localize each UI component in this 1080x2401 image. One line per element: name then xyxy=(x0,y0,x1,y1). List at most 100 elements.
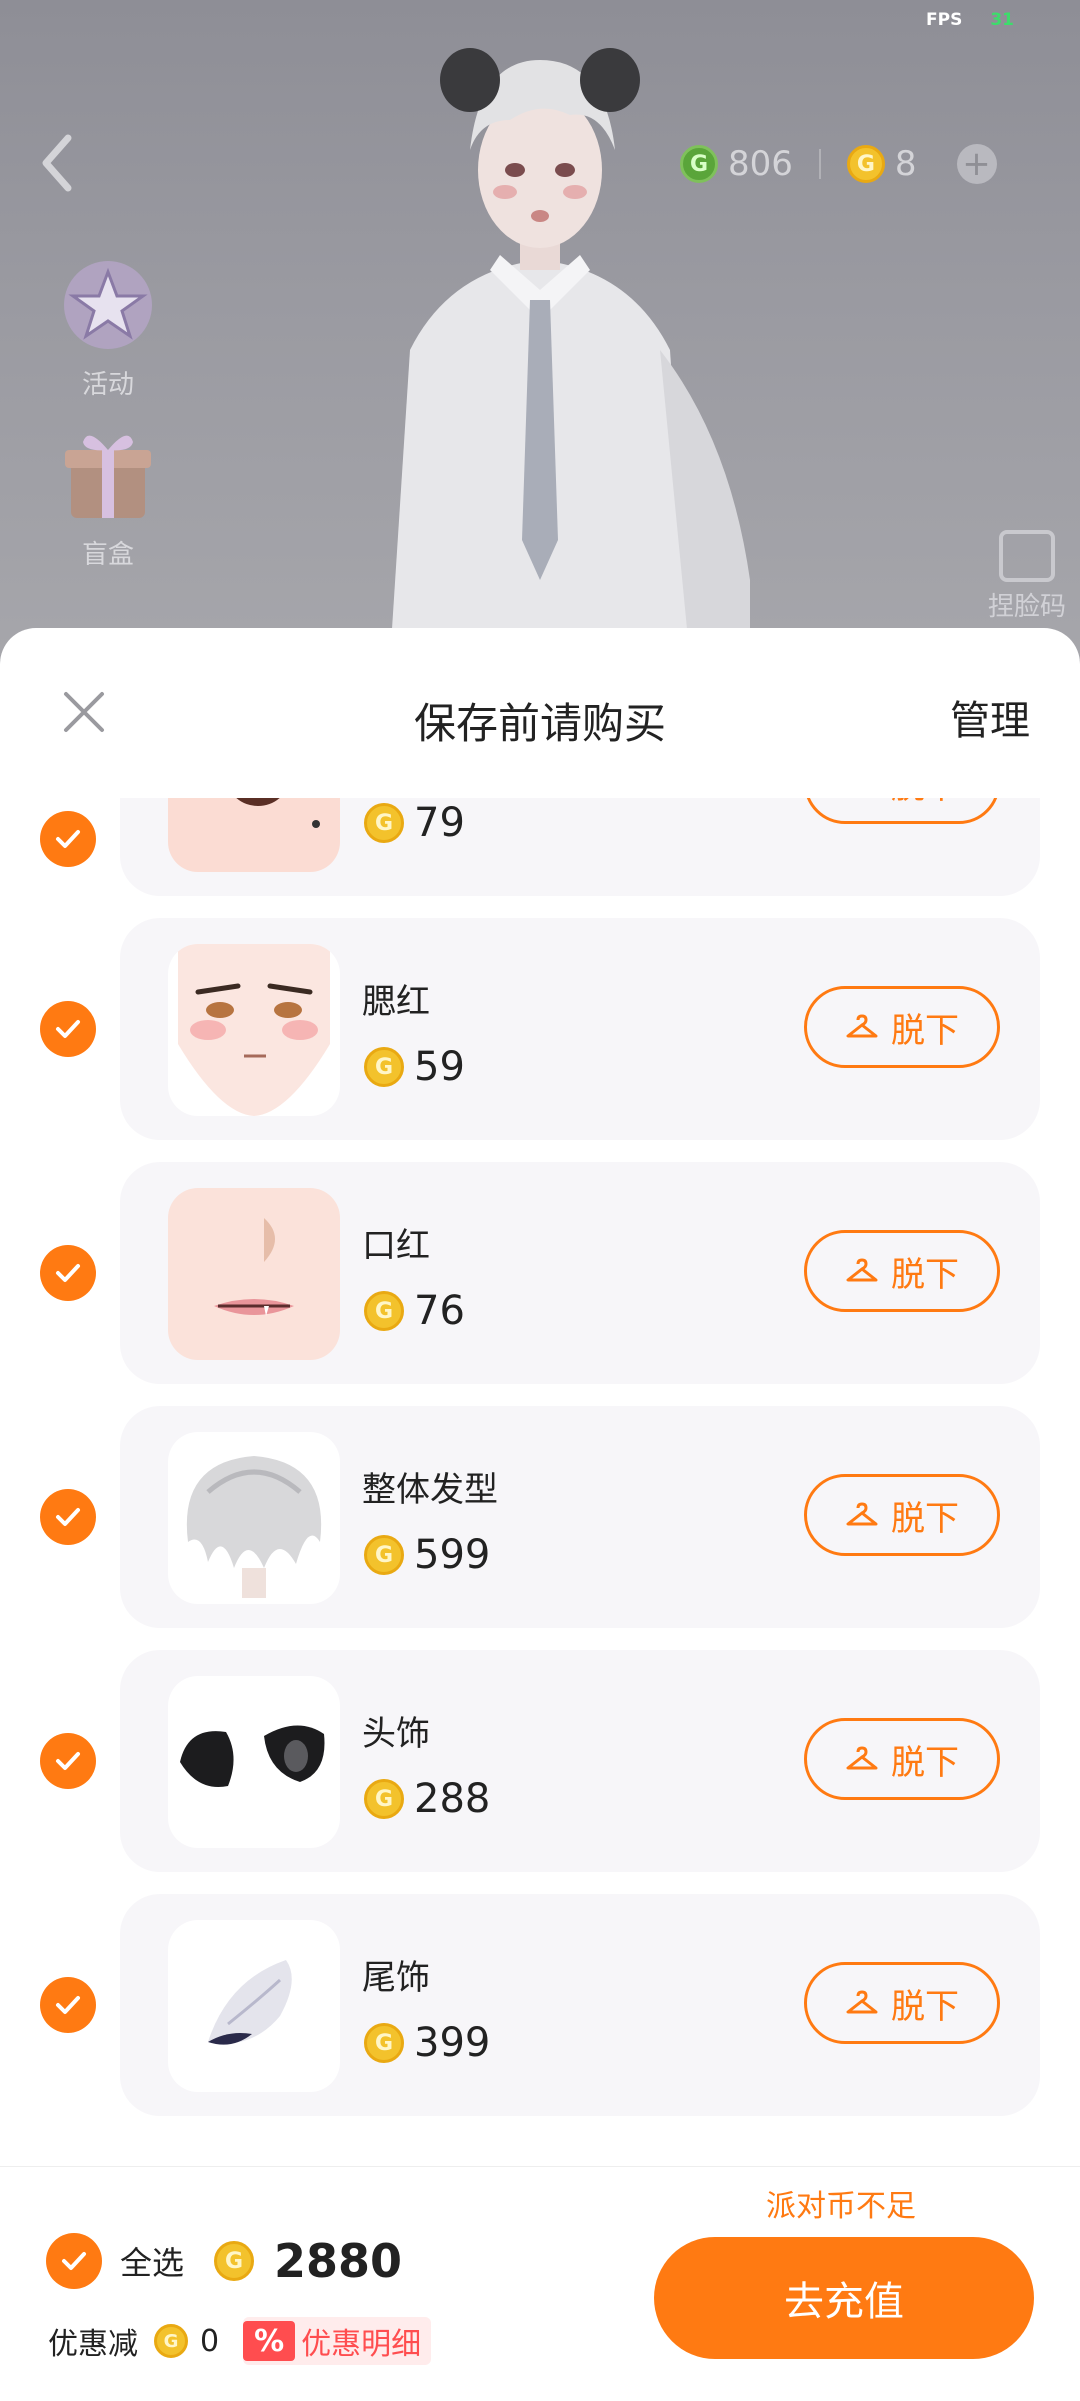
item-thumbnail xyxy=(168,1676,340,1848)
checkout-footer: 派对币不足 全选 G 2880 优惠减 G 0 % 优惠明细 去充值 xyxy=(0,2166,1080,2401)
item-checkbox-icon[interactable] xyxy=(40,1733,96,1789)
item-card: 尾饰 G 399 脱下 xyxy=(120,1894,1040,2116)
gold-coin-icon: G xyxy=(154,2324,188,2358)
gold-coin-icon: G xyxy=(364,1535,404,1575)
item-name: 整体发型 xyxy=(362,1470,498,1510)
face-code-label: 捏脸码 xyxy=(987,592,1066,622)
purchase-sheet: 保存前请购买 管理 眼影 G 79 xyxy=(0,628,1080,2400)
gold-coin-icon: G xyxy=(364,1291,404,1331)
total-price: 2880 xyxy=(274,2234,403,2288)
item-checkbox-icon[interactable] xyxy=(40,811,96,867)
item-card: 头饰 G 288 脱下 xyxy=(120,1650,1040,1872)
list-item: 头饰 G 288 脱下 xyxy=(0,1650,1080,1872)
item-name: 腮红 xyxy=(362,982,430,1022)
currency-divider xyxy=(818,149,821,179)
manage-button[interactable]: 管理 xyxy=(950,688,1030,746)
edit-square-icon xyxy=(998,530,1055,582)
item-thumbnail xyxy=(168,798,340,872)
item-thumbnail xyxy=(168,1920,340,2092)
item-list[interactable]: 眼影 G 79 脱下 xyxy=(0,798,1080,2168)
gold-coin-icon: G xyxy=(364,1047,404,1087)
item-name: 头饰 xyxy=(362,1714,430,1754)
gold-coin-icon: G xyxy=(364,2023,404,2063)
item-price: G 59 xyxy=(364,1044,465,1090)
list-item: 眼影 G 79 脱下 xyxy=(0,798,1080,896)
item-card: 眼影 G 79 脱下 xyxy=(120,798,1040,896)
item-price: G 599 xyxy=(364,1532,490,1578)
item-checkbox-icon[interactable] xyxy=(40,1489,96,1545)
list-item: 腮红 G 59 脱下 xyxy=(0,918,1080,1140)
remove-button-label: 脱下 xyxy=(891,1498,959,1539)
sidebar-item-label: 活动 xyxy=(81,370,134,400)
item-price-value: 399 xyxy=(414,2020,491,2066)
remove-button[interactable]: 脱下 xyxy=(804,1718,1000,1800)
item-price-value: 288 xyxy=(414,1776,491,1822)
hanger-icon xyxy=(846,1502,878,1526)
item-name: 口红 xyxy=(362,1226,430,1266)
item-checkbox-icon[interactable] xyxy=(40,1245,96,1301)
list-item: 口红 G 76 脱下 xyxy=(0,1162,1080,1384)
hanger-icon xyxy=(846,1990,878,2014)
item-thumbnail xyxy=(168,944,340,1116)
discount-amount: 0 xyxy=(200,2323,220,2359)
item-price-value: 59 xyxy=(414,1044,465,1090)
discount-detail-label: 优惠明细 xyxy=(301,2327,422,2362)
item-checkbox-icon[interactable] xyxy=(40,1977,96,2033)
sidebar-item-activity[interactable]: 活动 xyxy=(48,250,168,401)
sidebar-item-blind-box[interactable]: 盲盒 xyxy=(48,420,168,571)
avatar-scene: FPS 31 G 806 G 8 + 活动 盲盒 捏脸码 xyxy=(0,0,1080,660)
gold-coin-icon: G xyxy=(214,2241,255,2281)
item-checkbox-icon[interactable] xyxy=(40,1001,96,1057)
select-all-row: 全选 G 2880 xyxy=(46,2233,402,2289)
remove-button[interactable]: 脱下 xyxy=(804,1962,1000,2044)
insufficient-notice: 派对币不足 xyxy=(766,2189,916,2224)
item-thumbnail xyxy=(168,1432,340,1604)
item-price: G 76 xyxy=(364,1288,465,1334)
discount-label: 优惠减 xyxy=(48,2327,138,2362)
item-card: 口红 G 76 脱下 xyxy=(120,1162,1040,1384)
remove-button-label: 脱下 xyxy=(891,1986,959,2027)
item-price-value: 599 xyxy=(414,1532,491,1578)
select-all-label[interactable]: 全选 xyxy=(120,2238,184,2284)
remove-button-label: 脱下 xyxy=(891,1742,959,1783)
item-price: G 399 xyxy=(364,2020,490,2066)
avatar-preview xyxy=(390,48,750,660)
item-price-value: 79 xyxy=(414,800,465,846)
green-coin-icon: G xyxy=(680,145,718,183)
add-currency-icon[interactable]: + xyxy=(956,144,997,184)
item-price: G 79 xyxy=(364,800,465,846)
item-card: 腮红 G 59 脱下 xyxy=(120,918,1040,1140)
face-code-button[interactable]: 捏脸码 xyxy=(988,530,1066,623)
discount-detail-link[interactable]: % 优惠明细 xyxy=(243,2317,432,2365)
hanger-icon xyxy=(846,1746,878,1770)
recharge-button[interactable]: 去充值 xyxy=(654,2237,1034,2359)
gold-coin-icon: G xyxy=(364,1779,404,1819)
remove-button[interactable]: 脱下 xyxy=(804,798,1000,824)
remove-button[interactable]: 脱下 xyxy=(804,1230,1000,1312)
remove-button[interactable]: 脱下 xyxy=(804,986,1000,1068)
sheet-header: 保存前请购买 管理 xyxy=(0,628,1080,798)
remove-button-label: 脱下 xyxy=(891,798,959,808)
gift-box-icon xyxy=(53,420,163,530)
star-badge-icon xyxy=(53,250,163,360)
list-item: 尾饰 G 399 脱下 xyxy=(0,1894,1080,2116)
percent-badge-icon: % xyxy=(243,2321,296,2361)
remove-button[interactable]: 脱下 xyxy=(804,1474,1000,1556)
item-thumbnail xyxy=(168,1188,340,1360)
select-all-checkbox-icon[interactable] xyxy=(46,2233,102,2289)
green-coin-amount: 806 xyxy=(728,144,793,184)
remove-button-label: 脱下 xyxy=(891,1010,959,1051)
hanger-icon xyxy=(846,1014,878,1038)
fps-value: 31 xyxy=(990,10,1014,30)
hanger-icon xyxy=(846,1258,878,1282)
gold-coin-icon: G xyxy=(846,145,885,183)
item-price-value: 76 xyxy=(414,1288,465,1334)
sheet-title: 保存前请购买 xyxy=(413,699,666,748)
fps-counter: FPS 31 xyxy=(926,10,1014,30)
item-card: 整体发型 G 599 脱下 xyxy=(120,1406,1040,1628)
gold-coin-icon: G xyxy=(364,803,404,843)
remove-button-label: 脱下 xyxy=(891,1254,959,1295)
back-arrow-icon[interactable] xyxy=(32,128,82,198)
discount-row: 优惠减 G 0 % 优惠明细 xyxy=(48,2317,432,2365)
sidebar-item-label: 盲盒 xyxy=(81,540,134,570)
